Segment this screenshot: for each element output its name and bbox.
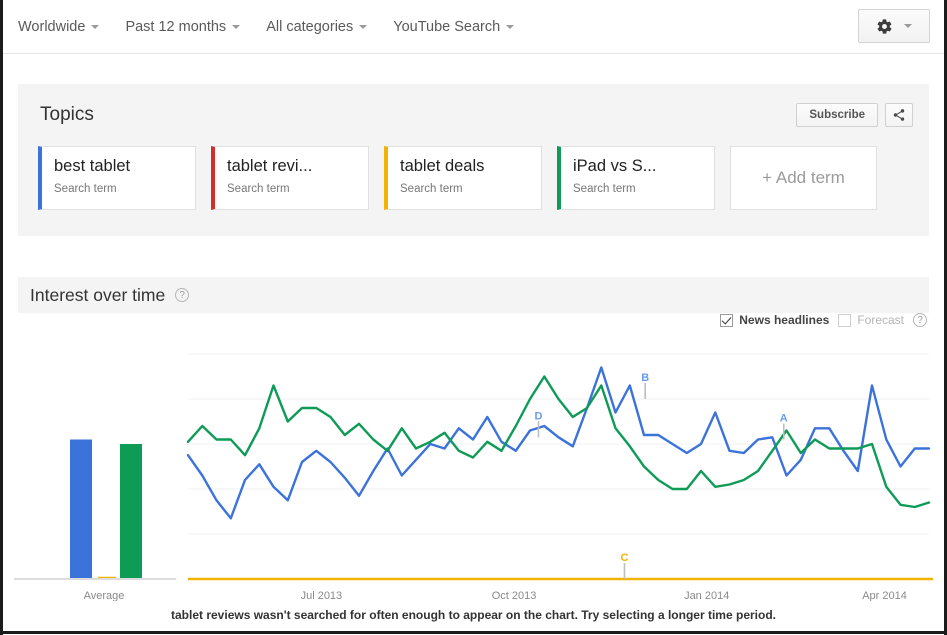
left-border (0, 0, 3, 635)
series-line (186, 375, 931, 509)
term-card-1[interactable]: best tablet Search term (38, 146, 196, 210)
term-type: Search term (54, 183, 117, 195)
chevron-down-icon (91, 25, 100, 29)
filter-search-type[interactable]: YouTube Search (393, 19, 515, 35)
section-title: Interest over time (30, 284, 166, 305)
term-list: best tablet Search term tablet revi... S… (38, 146, 877, 210)
annotation-marker: C (620, 552, 628, 564)
interest-over-time-chart: Jul 2013 Oct 2013 Jan 2014 Apr 2014 Average D… (0, 336, 947, 601)
term-type: Search term (573, 183, 636, 195)
filter-time-range-label: Past 12 months (125, 19, 227, 35)
settings-button[interactable] (858, 9, 930, 43)
gear-icon (877, 18, 892, 34)
x-tick-label: Oct 2013 (492, 590, 537, 601)
forecast-help-circle-icon[interactable]: ? (913, 313, 927, 327)
chevron-down-icon (904, 24, 912, 28)
term-type: Search term (227, 183, 290, 195)
top-filter-bar: Worldwide Past 12 months All categories … (0, 0, 947, 54)
forecast-label: Forecast (857, 313, 904, 327)
news-headlines-checkbox[interactable] (720, 313, 734, 327)
page-title: Topics (40, 104, 94, 125)
topics-panel: Topics Subscribe best tablet Search term… (18, 84, 929, 236)
interest-over-time-header: Interest over time ? (18, 277, 929, 313)
news-headlines-label: News headlines (739, 313, 830, 327)
topics-actions: Subscribe (796, 103, 913, 127)
term-name: best tablet (54, 157, 131, 175)
annotation-marker: D (535, 410, 543, 422)
add-term-button[interactable]: + Add term (730, 146, 877, 210)
filter-nav: Worldwide Past 12 months All categories … (18, 0, 515, 54)
term-type: Search term (400, 183, 463, 195)
filter-category[interactable]: All categories (266, 19, 368, 35)
share-button[interactable] (885, 103, 913, 127)
annotation-marker: B (641, 372, 649, 384)
average-bar (120, 444, 142, 579)
filter-time-range[interactable]: Past 12 months (125, 19, 241, 35)
bottom-border (0, 631, 947, 634)
annotation-marker: A (780, 413, 788, 425)
filter-category-label: All categories (266, 19, 354, 35)
subscribe-button[interactable]: Subscribe (796, 103, 878, 127)
trends-line-chart[interactable]: Jul 2013 Oct 2013 Jan 2014 Apr 2014 Average D… (0, 336, 947, 601)
chevron-down-icon (506, 25, 515, 29)
average-axis-label: Average (84, 590, 125, 601)
term-card-2[interactable]: tablet revi... Search term (211, 146, 369, 210)
term-name: tablet deals (400, 157, 485, 175)
share-icon (893, 109, 905, 121)
news-headlines-toggle[interactable]: News headlines (720, 313, 829, 327)
forecast-checkbox[interactable] (838, 313, 852, 327)
average-bar (70, 439, 92, 579)
filter-location-label: Worldwide (18, 19, 86, 35)
forecast-toggle[interactable]: Forecast (838, 313, 904, 327)
term-name: tablet revi... (227, 157, 313, 175)
add-term-label: + Add term (762, 168, 845, 187)
chevron-down-icon (232, 25, 241, 29)
series-line (186, 366, 931, 520)
filter-search-type-label: YouTube Search (393, 19, 501, 35)
x-tick-label: Jan 2014 (684, 590, 729, 601)
term-card-3[interactable]: tablet deals Search term (384, 146, 542, 210)
term-name: iPad vs S... (573, 157, 657, 175)
chart-options: News headlines Forecast ? (720, 313, 927, 327)
filter-location[interactable]: Worldwide (18, 19, 100, 35)
x-tick-label: Apr 2014 (862, 590, 907, 601)
chevron-down-icon (359, 25, 368, 29)
x-tick-label: Jul 2013 (301, 590, 343, 601)
subscribe-label: Subscribe (809, 109, 865, 121)
help-circle-icon[interactable]: ? (175, 288, 190, 302)
chart-footer-note: tablet reviews wasn't searched for often… (171, 608, 776, 622)
term-card-4[interactable]: iPad vs S... Search term (557, 146, 715, 210)
